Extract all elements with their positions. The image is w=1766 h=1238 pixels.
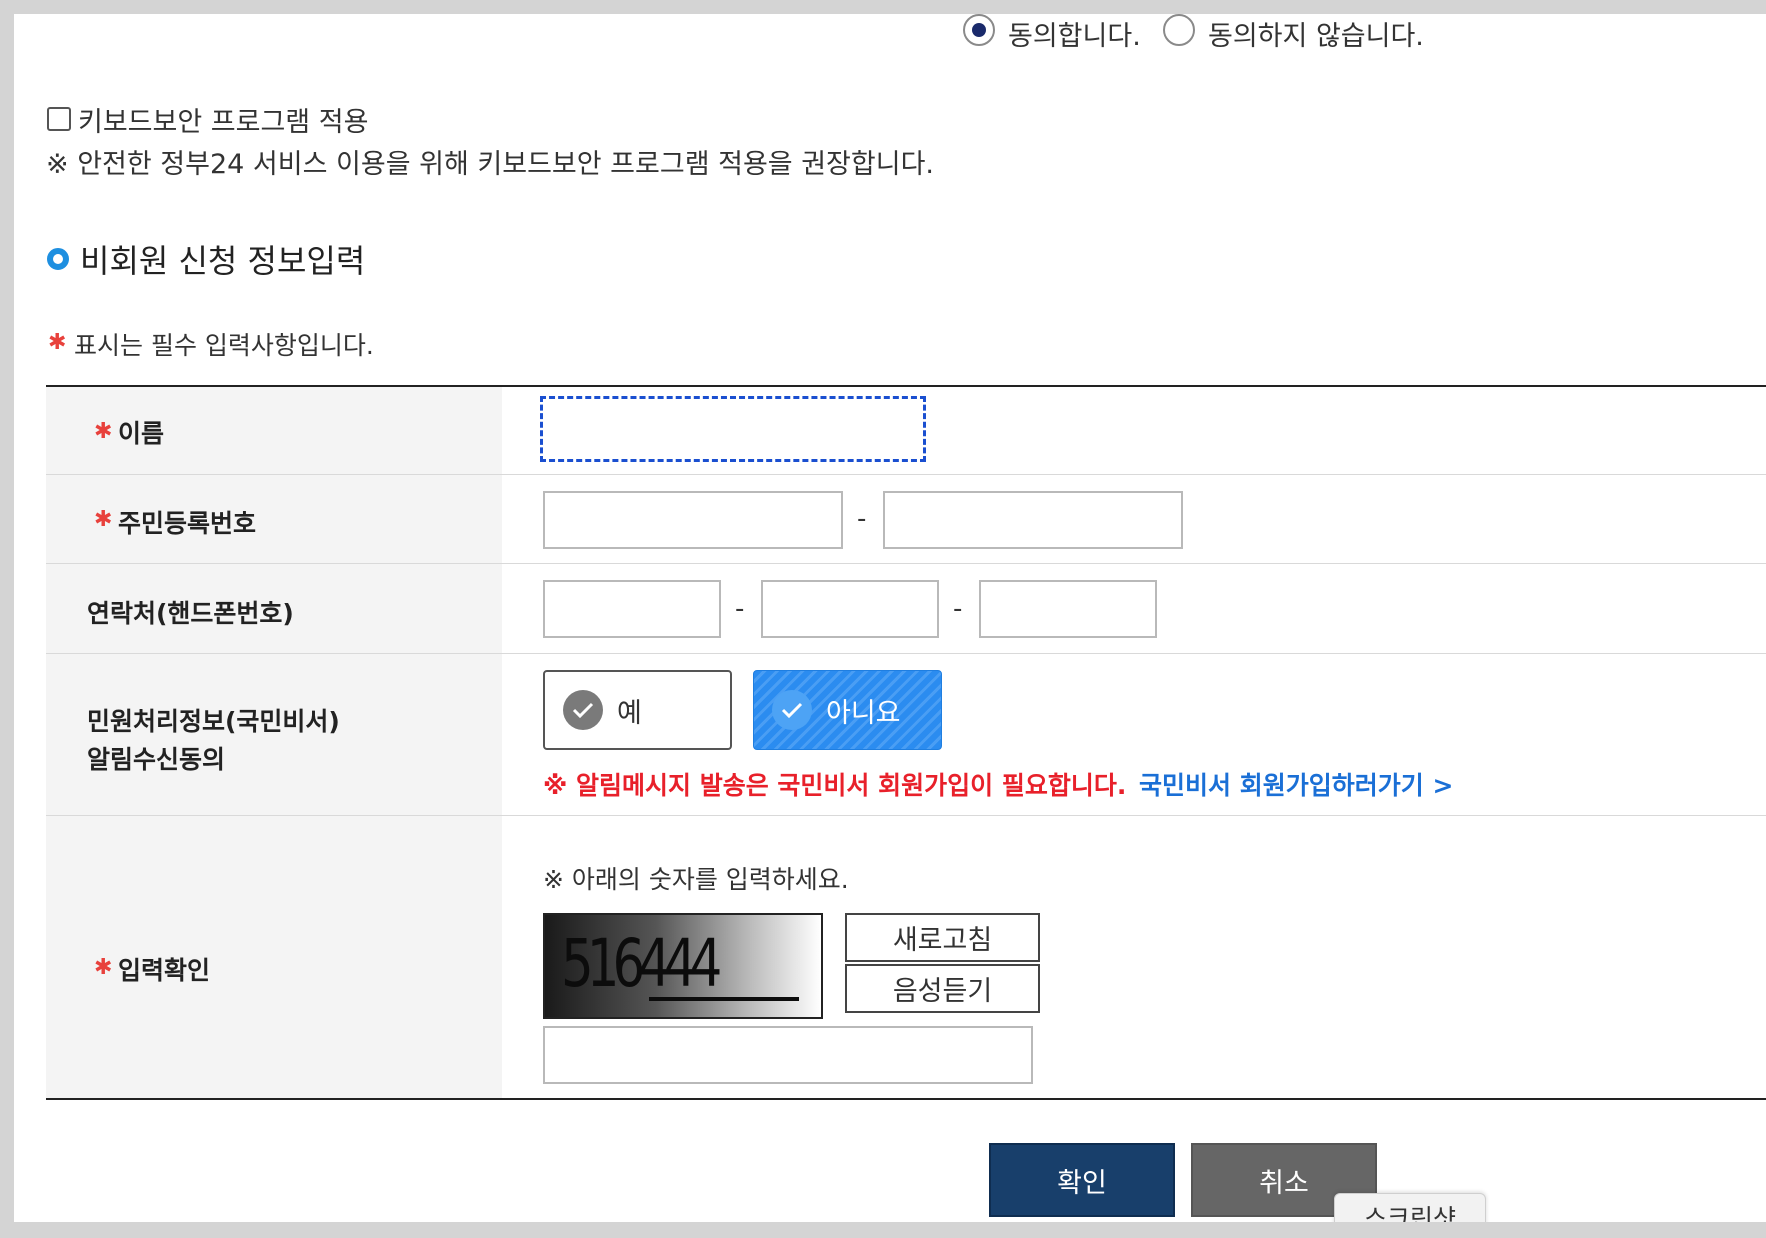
yes-label: 예 [617, 697, 642, 729]
notice-consent-label-line2: 알림수신동의 [87, 745, 226, 774]
row-divider [46, 563, 1766, 564]
phone-dash-1: - [735, 594, 745, 624]
agree-radio[interactable] [963, 14, 995, 46]
captcha-image: 516444 [543, 913, 823, 1019]
signup-link[interactable]: 국민비서 회원가입하러가기 > [1139, 771, 1453, 800]
no-label: 아니요 [826, 697, 901, 729]
phone-part2-input[interactable] [761, 580, 939, 638]
captcha-label: 입력확인 [118, 956, 211, 985]
section-bullet-icon [47, 248, 69, 270]
name-input[interactable] [540, 396, 926, 462]
warning-text: ※ 알림메시지 발송은 국민비서 회원가입이 필요합니다. [543, 771, 1127, 800]
captcha-audio-button[interactable]: 음성듣기 [845, 964, 1040, 1013]
row-divider [46, 474, 1766, 475]
phone-part1-input[interactable] [543, 580, 721, 638]
agree-label: 동의합니다. [1008, 21, 1141, 52]
captcha-input[interactable] [543, 1026, 1033, 1084]
check-circle-icon [772, 690, 812, 730]
notice-consent-label-line1: 민원처리정보(국민비서) [87, 707, 340, 736]
required-star-icon: ✱ [94, 955, 113, 980]
notice-yes-option[interactable]: 예 [543, 670, 732, 750]
page: 동의합니다. 동의하지 않습니다. 키보드보안 프로그램 적용 ※ 안전한 정부… [14, 14, 1766, 1222]
phone-label: 연락처(핸드폰번호) [87, 599, 294, 628]
rrn-back-input[interactable] [883, 491, 1183, 549]
confirm-button[interactable]: 확인 [989, 1143, 1175, 1217]
captcha-refresh-button[interactable]: 새로고침 [845, 913, 1040, 962]
captcha-noise-line [649, 997, 799, 1001]
captcha-digits: 516444 [561, 925, 722, 1002]
notice-no-option[interactable]: 아니요 [753, 670, 942, 750]
screenshot-tab[interactable]: 스크린샷 [1334, 1193, 1486, 1222]
notice-message: ※ 알림메시지 발송은 국민비서 회원가입이 필요합니다. 국민비서 회원가입하… [543, 766, 1453, 802]
disagree-label: 동의하지 않습니다. [1208, 21, 1424, 52]
phone-dash-2: - [953, 594, 963, 624]
rrn-dash: - [857, 504, 867, 534]
check-circle-icon [563, 690, 603, 730]
name-label: 이름 [118, 419, 165, 448]
required-star-icon: ✱ [94, 507, 113, 532]
keyboard-security-checkbox[interactable] [47, 107, 71, 131]
radio-selected-dot [972, 23, 986, 37]
required-star-icon: ✱ [48, 330, 67, 355]
row-divider [46, 653, 1766, 654]
section-title: 비회원 신청 정보입력 [80, 242, 366, 280]
rrn-front-input[interactable] [543, 491, 843, 549]
rrn-label: 주민등록번호 [118, 509, 257, 538]
phone-part3-input[interactable] [979, 580, 1157, 638]
required-note: 표시는 필수 입력사항입니다. [74, 331, 374, 360]
captcha-instruction: ※ 아래의 숫자를 입력하세요. [543, 865, 849, 894]
row-divider [46, 815, 1766, 816]
required-star-icon: ✱ [94, 419, 113, 444]
keyboard-security-notice: ※ 안전한 정부24 서비스 이용을 위해 키보드보안 프로그램 적용을 권장합… [46, 149, 935, 180]
keyboard-security-label: 키보드보안 프로그램 적용 [78, 107, 369, 138]
table-bottom-border [46, 1098, 1766, 1100]
disagree-radio[interactable] [1163, 14, 1195, 46]
table-top-border [46, 385, 1766, 387]
